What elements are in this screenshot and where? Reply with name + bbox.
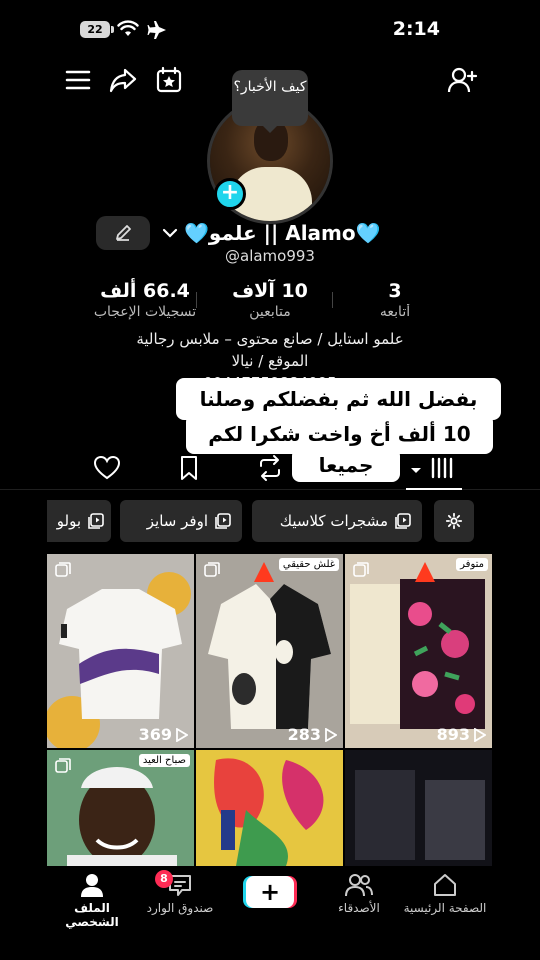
photo-carousel-icon xyxy=(353,562,369,577)
video-tag: صباح العيد xyxy=(138,754,190,767)
sort-dropdown-icon[interactable] xyxy=(406,456,426,484)
create-button[interactable]: + xyxy=(246,876,294,908)
chevron-down-icon xyxy=(162,228,178,238)
view-count-value: 283 xyxy=(287,725,321,744)
nav-home[interactable]: الصفحة الرئيسية xyxy=(397,872,493,915)
nav-profile[interactable]: الملف الشخصي xyxy=(47,872,137,929)
active-tab-indicator xyxy=(406,488,462,490)
play-icon xyxy=(474,727,486,742)
view-count-value: 369 xyxy=(138,725,172,744)
video-thumbnail[interactable] xyxy=(196,750,343,866)
share-icon[interactable] xyxy=(107,64,139,96)
settings-chip[interactable] xyxy=(434,500,474,542)
polo-shirt-thumbnail xyxy=(208,562,331,729)
view-count: 893 xyxy=(437,725,486,744)
calendar-star-icon[interactable] xyxy=(153,64,185,96)
video-tag: غلش حقيقي xyxy=(278,558,339,571)
play-icon xyxy=(325,727,337,742)
bio-line-1: علمو استايل / صانع محتوى – ملابس رجالية xyxy=(136,330,404,348)
playlist-chip[interactable]: بولو xyxy=(47,500,111,542)
playlist-chips: مشجرات كلاسيك اوفر سايز بولو xyxy=(0,500,540,544)
view-count: 369 xyxy=(139,725,188,744)
likes-label: تسجيلات الإعجاب xyxy=(93,304,197,320)
following-count: 3 xyxy=(388,280,402,302)
photo-carousel-icon xyxy=(55,758,71,773)
pencil-icon xyxy=(116,225,131,241)
edit-name-button[interactable] xyxy=(96,216,150,250)
photo-carousel-icon xyxy=(55,562,71,577)
playlist-chip-label: مشجرات كلاسيك xyxy=(279,512,388,530)
playlist-chip-label: بولو xyxy=(56,512,81,530)
add-friend-icon[interactable] xyxy=(446,64,478,96)
video-tag: متوفر xyxy=(456,558,488,571)
add-story-plus-icon[interactable]: + xyxy=(214,178,246,210)
profile-icon xyxy=(81,874,103,897)
battery-icon: 22 xyxy=(80,21,114,38)
friends-icon xyxy=(345,874,373,897)
liked-videos-heart-icon[interactable] xyxy=(93,454,121,482)
playlist-icon xyxy=(215,513,231,529)
wifi-icon xyxy=(117,20,139,36)
username: @alamo993 xyxy=(225,247,315,265)
video-thumbnail[interactable]: 369 xyxy=(47,554,194,748)
gear-icon xyxy=(445,512,463,530)
nav-friends-label: الأصدقاء xyxy=(338,901,380,915)
nav-home-label: الصفحة الرئيسية xyxy=(403,901,487,915)
repost-icon[interactable] xyxy=(256,454,284,482)
photo-carousel-icon xyxy=(204,562,220,577)
tshirt-thumbnail xyxy=(47,572,191,748)
view-count-value: 893 xyxy=(436,725,470,744)
view-count: 283 xyxy=(288,725,337,744)
airplane-mode-icon xyxy=(147,21,166,39)
playlist-chip[interactable]: اوفر سايز xyxy=(120,500,242,542)
following-label: أتابعه xyxy=(379,304,411,320)
bottom-navigation: الملف الشخصي صندوق الوارد 8 + الأصدقاء ا… xyxy=(47,866,493,932)
status-bar: 22 2:14 xyxy=(0,0,540,60)
playlist-icon xyxy=(88,513,104,529)
caption-overlay-line-3: جميعا xyxy=(292,448,400,482)
bookmark-icon[interactable] xyxy=(175,454,203,482)
playlist-chip[interactable]: مشجرات كلاسيك xyxy=(252,500,422,542)
menu-icon[interactable] xyxy=(62,64,94,96)
nav-inbox-label: صندوق الوارد xyxy=(146,901,214,915)
inbox-unread-badge: 8 xyxy=(155,870,173,888)
floral-shirt-thumbnail xyxy=(350,562,485,729)
display-name: 🩵علمو || Alamo🩵 xyxy=(184,221,381,245)
video-thumbnail[interactable]: غلش حقيقي 283 xyxy=(196,554,343,748)
clock: 2:14 xyxy=(392,18,440,40)
dark-video-thumbnail xyxy=(345,750,492,866)
display-name-row[interactable]: 🩵علمو || Alamo🩵 xyxy=(160,218,381,248)
video-grid: متوفر 893 غلش حقيقي 283 369 صباح العيد xyxy=(47,554,493,866)
playlist-chip-label: اوفر سايز xyxy=(146,512,208,530)
playlist-icon xyxy=(395,513,411,529)
nav-inbox[interactable]: صندوق الوارد xyxy=(135,872,225,915)
video-thumbnail[interactable] xyxy=(345,750,492,866)
home-icon xyxy=(434,874,456,896)
nav-friends[interactable]: الأصدقاء xyxy=(314,872,404,915)
play-icon xyxy=(176,727,188,742)
stat-following[interactable]: 3 أتابعه xyxy=(320,280,470,320)
video-thumbnail[interactable]: متوفر 893 xyxy=(345,554,492,748)
bio-line-2: الموقع / نيالا xyxy=(231,352,309,370)
nav-profile-label: الملف الشخصي xyxy=(65,901,119,929)
videos-grid-icon[interactable] xyxy=(428,454,456,482)
avatar-status-bubble[interactable]: كيف الأخبار؟ xyxy=(232,70,308,133)
video-thumbnail[interactable]: صباح العيد xyxy=(47,750,194,866)
floral-fabric-thumbnail xyxy=(196,750,343,866)
